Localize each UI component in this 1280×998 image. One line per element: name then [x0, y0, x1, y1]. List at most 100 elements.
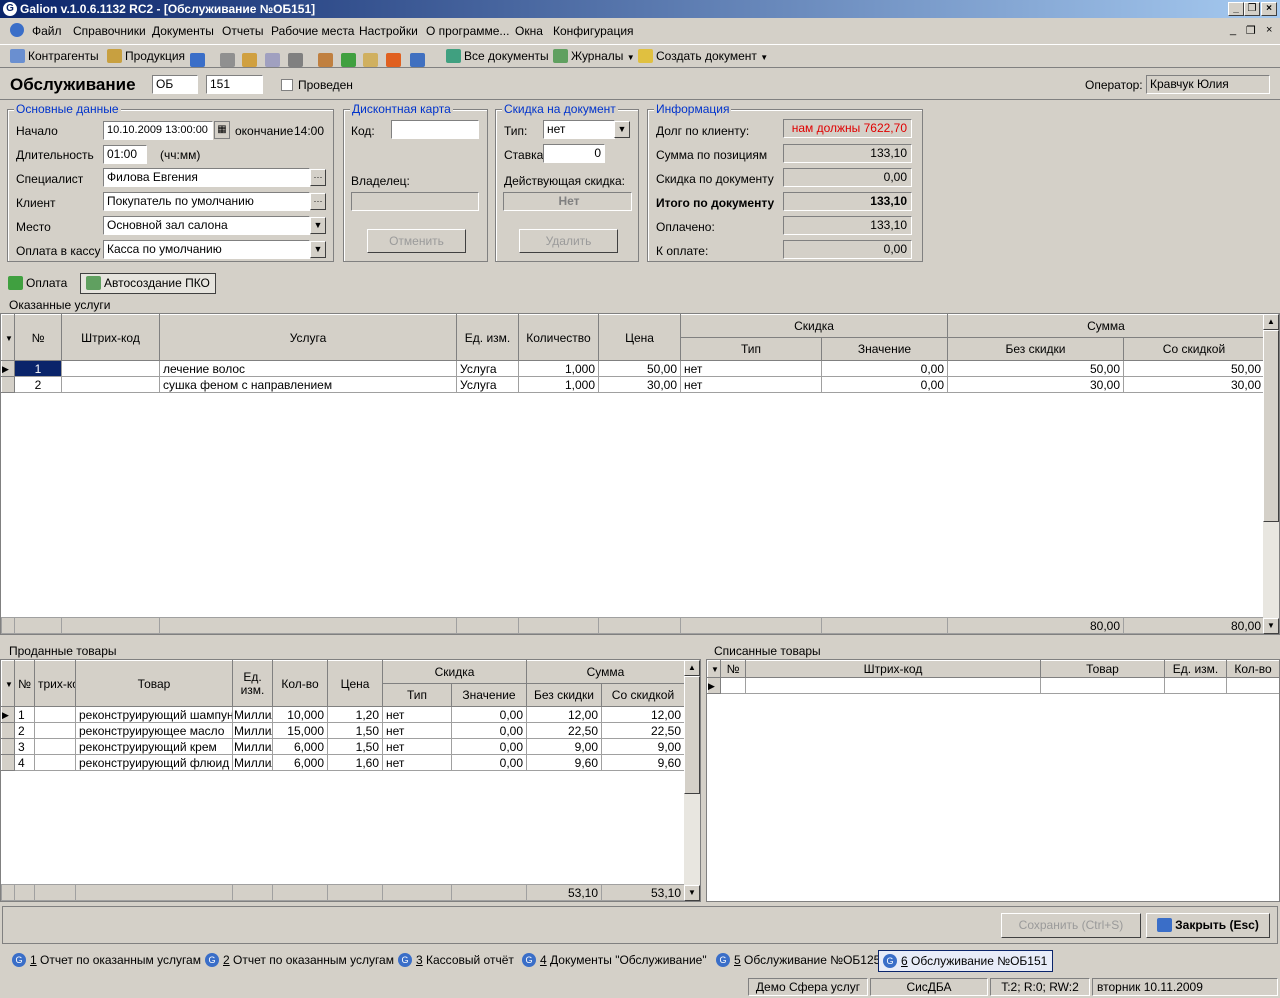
- scroll-down-icon[interactable]: ▼: [684, 885, 700, 901]
- col-qty[interactable]: Кол-во: [1226, 660, 1279, 678]
- discount-type-select[interactable]: нет: [543, 120, 615, 139]
- fire-icon[interactable]: [386, 53, 401, 67]
- cancel-card-button[interactable]: Отменить: [367, 229, 466, 253]
- transfer-icon[interactable]: [265, 53, 280, 67]
- client-field[interactable]: Покупатель по умолчанию: [103, 192, 310, 211]
- tab-service-ob125[interactable]: G5 Обслуживание №ОБ125: [712, 950, 880, 972]
- col-sum-disc[interactable]: Со скидкой: [1123, 337, 1265, 361]
- cashbox-select[interactable]: Касса по умолчанию: [103, 240, 310, 259]
- sold-scrollbar[interactable]: ▲ ▼: [684, 660, 700, 901]
- col-disc-type[interactable]: Тип: [382, 683, 452, 707]
- client-ellipsis-button[interactable]: ···: [310, 193, 326, 210]
- table-row[interactable]: 3реконструирующий кремМиллил6,0001,50нет…: [1, 738, 685, 755]
- posted-checkbox[interactable]: [281, 79, 293, 91]
- journals-dropdown[interactable]: Журналы ▼: [553, 49, 635, 63]
- table-row[interactable]: 2реконструирующее маслоМиллил15,0001,50н…: [1, 722, 685, 739]
- col-service[interactable]: Услуга: [159, 314, 457, 361]
- col-qty[interactable]: Кол-во: [272, 660, 328, 707]
- col-product[interactable]: Товар: [1040, 660, 1165, 678]
- table-row[interactable]: 4реконструирующий флюидМиллил6,0001,60не…: [1, 754, 685, 771]
- menu-reports[interactable]: Отчеты: [222, 24, 263, 38]
- col-sum-disc[interactable]: Со скидкой: [601, 683, 685, 707]
- menu-directories[interactable]: Справочники: [73, 24, 146, 38]
- col-disc-value[interactable]: Значение: [821, 337, 948, 361]
- menu-file[interactable]: Файл: [32, 24, 62, 38]
- col-num[interactable]: №: [720, 660, 746, 678]
- scroll-up-icon[interactable]: ▲: [1263, 314, 1279, 330]
- box-icon[interactable]: [318, 53, 333, 67]
- menu-settings[interactable]: Настройки: [359, 24, 418, 38]
- calendar-icon[interactable]: [190, 53, 205, 67]
- scroll-thumb[interactable]: [1263, 330, 1279, 522]
- col-price[interactable]: Цена: [598, 314, 681, 361]
- services-scrollbar[interactable]: ▲ ▼: [1263, 314, 1279, 634]
- products-button[interactable]: Продукция: [107, 49, 185, 63]
- scroll-up-icon[interactable]: ▲: [684, 660, 700, 676]
- start-datetime-field[interactable]: 10.10.2009 13:00:00: [103, 121, 213, 140]
- number-field[interactable]: 151: [206, 75, 263, 94]
- save-button[interactable]: Сохранить (Ctrl+S): [1001, 913, 1141, 938]
- table-row[interactable]: ▶ 1 лечение волос Услуга 1,000 50,00 нет 0,00 50…: [1, 360, 1265, 377]
- table-row[interactable]: 2 сушка феном с направлением Услуга 1,000 30…: [1, 376, 1265, 393]
- delete-discount-button[interactable]: Удалить: [519, 229, 618, 253]
- specialist-ellipsis-button[interactable]: ···: [310, 169, 326, 186]
- chart-icon[interactable]: [220, 53, 235, 67]
- discount-type-chevron-icon[interactable]: ▼: [614, 121, 630, 138]
- table-row[interactable]: ▶1реконструирующий шампуньМиллил10,0001,…: [1, 706, 685, 723]
- tab-services-report-1[interactable]: G1 Отчет по оказанным услугам: [8, 950, 201, 972]
- scales-icon[interactable]: [288, 53, 303, 67]
- col-price[interactable]: Цена: [327, 660, 383, 707]
- menu-workplaces[interactable]: Рабочие места: [271, 24, 354, 38]
- duration-field[interactable]: 01:00: [103, 145, 147, 164]
- col-disc-type[interactable]: Тип: [680, 337, 822, 361]
- tab-service-documents[interactable]: G4 Документы "Обслуживание": [518, 950, 707, 972]
- pencil-icon[interactable]: [242, 53, 257, 67]
- indicator-header[interactable]: ▼: [1, 660, 15, 707]
- indicator-header[interactable]: ▼: [707, 660, 721, 678]
- cashbox-dropdown-chevron-icon[interactable]: ▼: [310, 241, 326, 258]
- tab-services-report-2[interactable]: G2 Отчет по оказанным услугам: [201, 950, 394, 972]
- specialist-field[interactable]: Филова Евгения: [103, 168, 310, 187]
- col-unit[interactable]: Ед. изм.: [232, 660, 273, 707]
- all-documents-button[interactable]: Все документы: [446, 49, 549, 63]
- menu-windows[interactable]: Окна: [515, 24, 543, 38]
- col-unit[interactable]: Ед. изм.: [1164, 660, 1227, 678]
- place-select[interactable]: Основной зал салона: [103, 216, 310, 235]
- col-barcode[interactable]: Штрих-код: [745, 660, 1041, 678]
- tab-service-ob151[interactable]: G6 Обслуживание №ОБ151: [878, 950, 1054, 972]
- col-sum-nodisc[interactable]: Без скидки: [526, 683, 602, 707]
- minimize-button[interactable]: _: [1228, 2, 1244, 16]
- indicator-header[interactable]: ▼: [1, 314, 15, 361]
- card-code-field[interactable]: [391, 120, 479, 139]
- series-field[interactable]: ОБ: [152, 75, 198, 94]
- col-sum-nodisc[interactable]: Без скидки: [947, 337, 1124, 361]
- scroll-thumb[interactable]: [684, 676, 700, 794]
- auto-pko-toggle[interactable]: Автосоздание ПКО: [80, 273, 216, 294]
- col-qty[interactable]: Количество: [518, 314, 599, 361]
- tab-cash-report[interactable]: G3 Кассовый отчёт: [394, 950, 514, 972]
- contractors-button[interactable]: Контрагенты: [10, 49, 99, 63]
- create-document-dropdown[interactable]: Создать документ ▼: [638, 49, 768, 63]
- scroll-down-icon[interactable]: ▼: [1263, 618, 1279, 634]
- menu-about[interactable]: О программе...: [426, 24, 509, 38]
- calendar-picker-icon[interactable]: ▦: [214, 121, 230, 139]
- maximize-button[interactable]: ❐: [1244, 2, 1260, 16]
- note-icon[interactable]: [410, 53, 425, 67]
- place-dropdown-chevron-icon[interactable]: ▼: [310, 217, 326, 234]
- mdi-minimize-button[interactable]: _: [1230, 24, 1236, 36]
- close-window-button[interactable]: ×: [1261, 2, 1277, 16]
- col-barcode[interactable]: трих-ко: [34, 660, 76, 707]
- menu-configuration[interactable]: Конфигурация: [553, 24, 634, 38]
- mdi-close-button[interactable]: ×: [1266, 24, 1272, 36]
- col-num[interactable]: №: [14, 314, 62, 361]
- col-product[interactable]: Товар: [75, 660, 233, 707]
- col-disc-value[interactable]: Значение: [451, 683, 527, 707]
- table-row[interactable]: ▶: [707, 677, 1279, 694]
- close-button[interactable]: Закрыть (Esc): [1146, 913, 1270, 938]
- document-edit-icon[interactable]: [363, 53, 378, 67]
- discount-rate-field[interactable]: 0: [543, 144, 605, 163]
- menu-documents[interactable]: Документы: [152, 24, 214, 38]
- col-num[interactable]: №: [14, 660, 35, 707]
- col-barcode[interactable]: Штрих-код: [61, 314, 160, 361]
- col-unit[interactable]: Ед. изм.: [456, 314, 519, 361]
